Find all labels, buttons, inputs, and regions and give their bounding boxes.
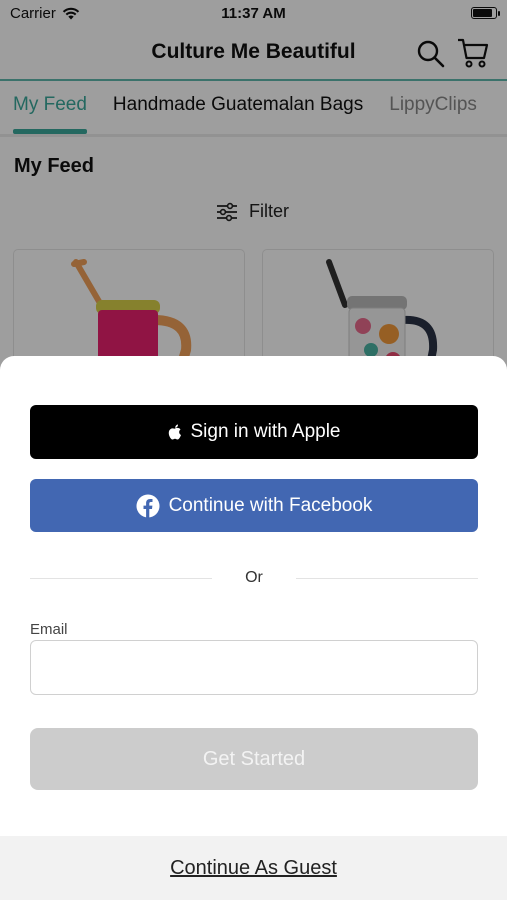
email-label: Email <box>30 621 68 638</box>
continue-as-guest-link[interactable]: Continue As Guest <box>0 857 507 880</box>
facebook-button-label: Continue with Facebook <box>168 494 373 516</box>
email-field[interactable] <box>30 640 478 695</box>
divider-line <box>296 578 478 579</box>
facebook-icon <box>136 494 160 518</box>
continue-with-facebook-button[interactable]: Continue with Facebook <box>30 479 478 532</box>
apple-button-label: Sign in with Apple <box>190 421 341 442</box>
guest-bar: Continue As Guest <box>0 836 507 900</box>
or-divider: Or <box>30 568 478 588</box>
sign-in-with-apple-button[interactable]: Sign in with Apple <box>30 405 478 459</box>
signin-sheet: Sign in with Apple Continue with Faceboo… <box>0 356 507 900</box>
apple-icon <box>168 424 181 439</box>
get-started-button[interactable]: Get Started <box>30 728 478 790</box>
get-started-label: Get Started <box>202 747 306 770</box>
